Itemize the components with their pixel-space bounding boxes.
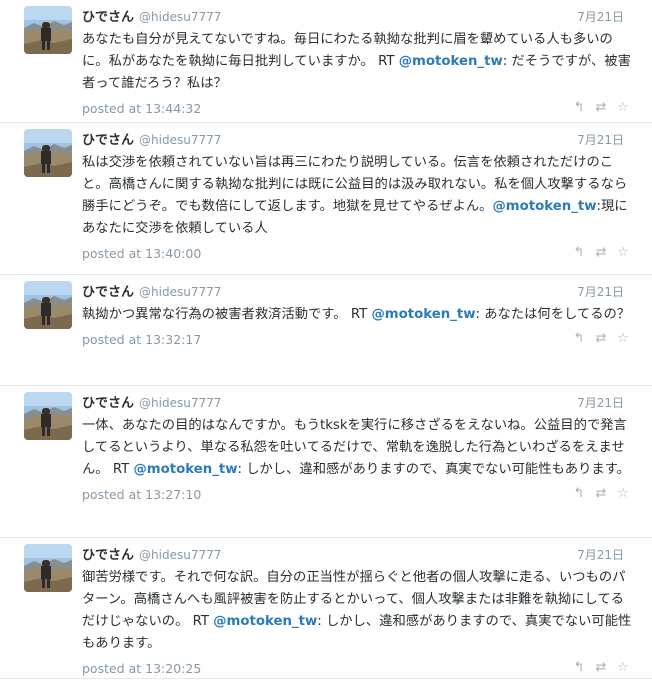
user-handle[interactable]: @hidesu7777 [139,285,221,299]
tweet-footer: posted at 13:44:32 ↰ ⇄ ☆ [82,97,632,119]
tweet-actions: ↰ ⇄ ☆ [572,661,632,675]
tweet-actions: ↰ ⇄ ☆ [572,101,632,115]
tweet-date[interactable]: 7月21日 [577,131,632,148]
retweet-icon[interactable]: ⇄ [594,246,608,260]
user-name[interactable]: ひでさん [82,544,134,563]
tweet-text: 私は交渉を依頼されていない旨は再三にわたり説明している。伝言を依頼されただけのこ… [82,152,632,240]
tweet-actions: ↰ ⇄ ☆ [572,332,632,346]
tweet-footer: posted at 13:20:25 ↰ ⇄ ☆ [82,657,632,679]
tweet-actions: ↰ ⇄ ☆ [572,246,632,260]
mention-link[interactable]: @motoken_tw [399,54,503,69]
star-icon[interactable]: ☆ [616,246,630,260]
retweet-icon[interactable]: ⇄ [594,332,608,346]
user-handle[interactable]: @hidesu7777 [139,133,221,147]
tweet-text: 御苦労様です。それで何な訳。自分の正当性が揺らぐと他者の個人攻撃に走る、いつもの… [82,567,632,655]
tweet-header: ひでさん @hidesu7777 7月21日 [82,6,632,26]
user-handle[interactable]: @hidesu7777 [139,548,221,562]
avatar[interactable] [24,6,72,54]
posted-timestamp[interactable]: posted at 13:27:10 [82,487,201,502]
tweet-content: ひでさん @hidesu7777 7月21日私は交渉を依頼されていない旨は再三にわた… [82,129,632,264]
avatar[interactable] [24,129,72,177]
reply-icon[interactable]: ↰ [572,661,586,675]
tweet-header: ひでさん @hidesu7777 7月21日 [82,281,632,301]
reply-icon[interactable]: ↰ [572,332,586,346]
tweet-text-segment: : あなたは何をしてるの？ [475,307,631,322]
tweet-header: ひでさん @hidesu7777 7月21日 [82,544,632,564]
avatar[interactable] [24,281,72,329]
avatar[interactable] [24,392,72,440]
posted-timestamp[interactable]: posted at 13:32:17 [82,332,201,347]
tweet-date[interactable]: 7月21日 [577,394,632,411]
tweet-content: ひでさん @hidesu7777 7月21日御苦労様です。それで何な訳。自分の正当性… [82,544,632,679]
posted-timestamp[interactable]: posted at 13:44:32 [82,101,201,116]
tweet-date[interactable]: 7月21日 [577,8,632,25]
tweet-content: ひでさん @hidesu7777 7月21日一体、あなたの目的はなんですか。もうtk… [82,392,632,505]
tweet-actions: ↰ ⇄ ☆ [572,487,632,501]
reply-icon[interactable]: ↰ [572,487,586,501]
tweet-footer: posted at 13:40:00 ↰ ⇄ ☆ [82,242,632,264]
timeline: ひでさん @hidesu7777 7月21日 あなたも自分が見えてないですね。毎日にわ… [0,0,652,679]
tweet-text: 一体、あなたの目的はなんですか。もうtkskを実行に移さざるをえないね。公益目的… [82,415,632,481]
tweet-item: ひでさん @hidesu7777 7月21日一体、あなたの目的はなんですか。もうtk… [0,386,652,538]
mention-link[interactable]: @motoken_tw [492,199,596,214]
tweet-text: あなたも自分が見えてないですね。毎日にわたる執拗な批判に眉を顰めている人も多いの… [82,29,632,95]
avatar[interactable] [24,544,72,592]
mention-link[interactable]: @motoken_tw [213,614,317,629]
user-name[interactable]: ひでさん [82,6,134,25]
retweet-icon[interactable]: ⇄ [594,661,608,675]
user-name[interactable]: ひでさん [82,129,134,148]
user-handle[interactable]: @hidesu7777 [139,396,221,410]
tweet-date[interactable]: 7月21日 [577,283,632,300]
tweet-text-segment: : しかし、違和感がありますので、真実でない可能性もあります。 [237,462,630,477]
reply-icon[interactable]: ↰ [572,246,586,260]
star-icon[interactable]: ☆ [616,487,630,501]
tweet-date[interactable]: 7月21日 [577,546,632,563]
tweet-content: ひでさん @hidesu7777 7月21日あなたも自分が見えてないですね。毎日にわ… [82,6,632,119]
tweet-item: ひでさん @hidesu7777 7月21日私は交渉を依頼されていない旨は再三にわた… [0,123,652,275]
retweet-icon[interactable]: ⇄ [594,487,608,501]
tweet-content: ひでさん @hidesu7777 7月21日執拗かつ異常な行為の被害者救済活動です。… [82,281,632,350]
posted-timestamp[interactable]: posted at 13:40:00 [82,246,201,261]
star-icon[interactable]: ☆ [616,661,630,675]
tweet-item: ひでさん @hidesu7777 7月21日あなたも自分が見えてないですね。毎日にわ… [0,0,652,123]
star-icon[interactable]: ☆ [616,101,630,115]
user-name[interactable]: ひでさん [82,281,134,300]
star-icon[interactable]: ☆ [616,332,630,346]
tweet-header: ひでさん @hidesu7777 7月21日 [82,129,632,149]
tweet-text-segment: 執拗かつ異常な行為の被害者救済活動です。 RT [82,307,372,322]
user-name[interactable]: ひでさん [82,392,134,411]
mention-link[interactable]: @motoken_tw [133,462,237,477]
posted-timestamp[interactable]: posted at 13:20:25 [82,661,201,676]
tweet-footer: posted at 13:27:10 ↰ ⇄ ☆ [82,483,632,505]
user-handle[interactable]: @hidesu7777 [139,10,221,24]
mention-link[interactable]: @motoken_tw [371,307,475,322]
retweet-icon[interactable]: ⇄ [594,101,608,115]
tweet-item: ひでさん @hidesu7777 7月21日御苦労様です。それで何な訳。自分の正当性… [0,538,652,679]
tweet-item: ひでさん @hidesu7777 7月21日執拗かつ異常な行為の被害者救済活動です。… [0,275,652,386]
tweet-header: ひでさん @hidesu7777 7月21日 [82,392,632,412]
tweet-text: 執拗かつ異常な行為の被害者救済活動です。 RT @motoken_tw: あなた… [82,304,632,326]
reply-icon[interactable]: ↰ [572,101,586,115]
tweet-footer: posted at 13:32:17 ↰ ⇄ ☆ [82,328,632,350]
